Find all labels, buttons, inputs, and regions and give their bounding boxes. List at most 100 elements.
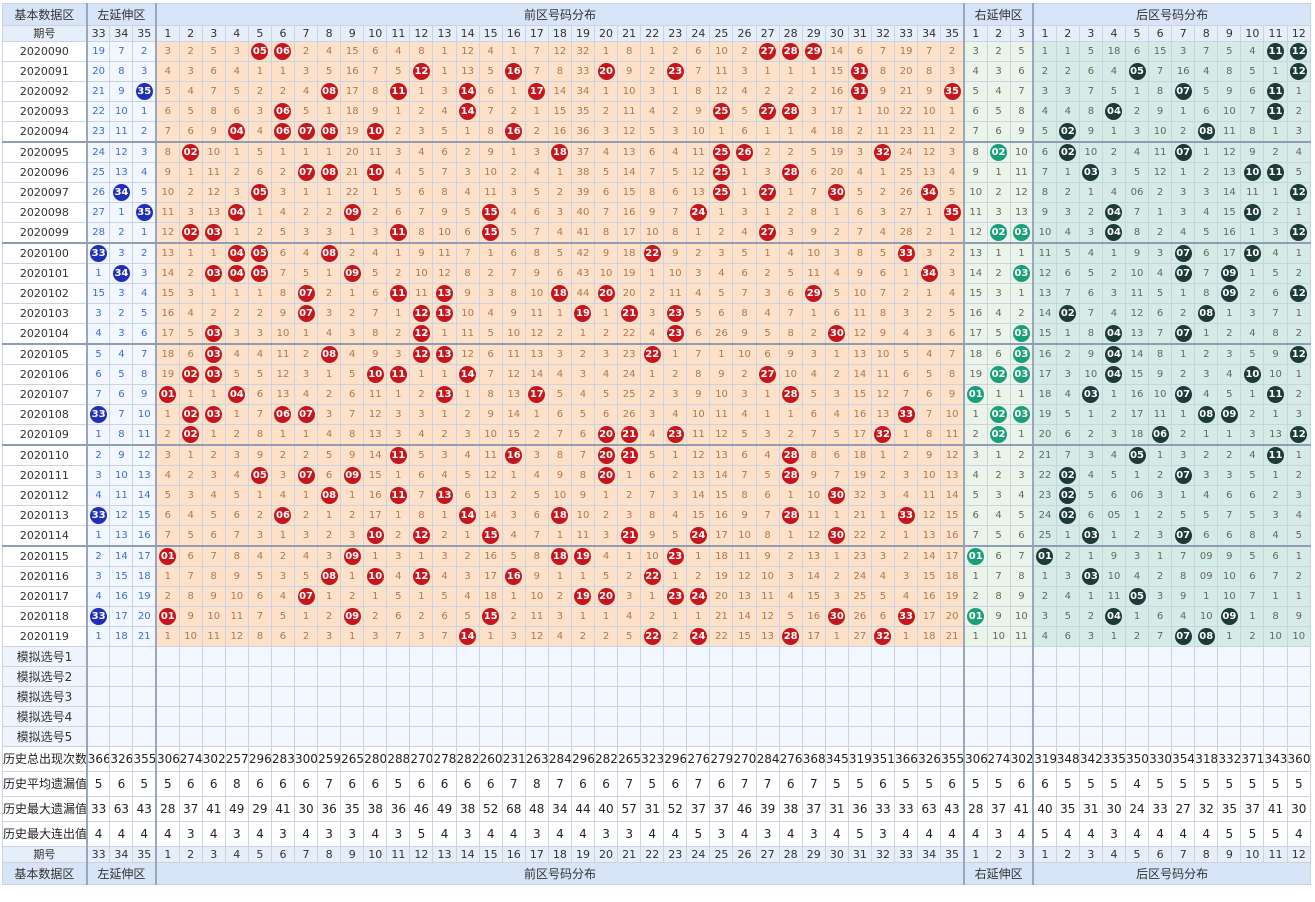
simulation-cell[interactable] — [201, 646, 226, 667]
simulation-cell[interactable] — [640, 686, 665, 707]
simulation-cell[interactable] — [1009, 686, 1034, 707]
simulation-cell[interactable] — [455, 686, 480, 707]
simulation-cell[interactable] — [870, 666, 896, 687]
simulation-cell[interactable] — [1055, 686, 1080, 707]
simulation-cell[interactable] — [594, 646, 619, 667]
simulation-cell[interactable] — [709, 726, 734, 747]
simulation-cell[interactable] — [1217, 646, 1242, 667]
simulation-cell[interactable] — [85, 726, 111, 747]
simulation-cell[interactable] — [617, 706, 642, 727]
simulation-cell[interactable] — [709, 706, 734, 727]
simulation-cell[interactable] — [1101, 706, 1127, 727]
simulation-cell[interactable] — [847, 726, 872, 747]
simulation-cell[interactable] — [732, 726, 757, 747]
simulation-cell[interactable] — [1240, 726, 1265, 747]
simulation-cell[interactable] — [155, 706, 180, 727]
simulation-cell[interactable] — [594, 706, 619, 727]
simulation-cell[interactable] — [594, 686, 619, 707]
simulation-cell[interactable] — [801, 646, 826, 667]
simulation-cell[interactable] — [940, 726, 965, 747]
simulation-cell[interactable] — [640, 726, 665, 747]
simulation-cell[interactable] — [270, 646, 296, 667]
simulation-cell[interactable] — [732, 666, 757, 687]
simulation-cell[interactable] — [894, 646, 919, 667]
simulation-cell[interactable] — [894, 726, 919, 747]
simulation-cell[interactable] — [224, 666, 249, 687]
simulation-cell[interactable] — [732, 686, 757, 707]
simulation-cell[interactable] — [501, 666, 526, 687]
simulation-cell[interactable] — [1194, 726, 1219, 747]
simulation-cell[interactable] — [663, 726, 688, 747]
simulation-cell[interactable] — [1217, 686, 1242, 707]
simulation-cell[interactable] — [85, 666, 111, 687]
simulation-cell[interactable] — [570, 726, 596, 747]
simulation-cell[interactable] — [363, 706, 388, 727]
simulation-cell[interactable] — [940, 706, 965, 727]
simulation-cell[interactable] — [524, 686, 549, 707]
simulation-cell[interactable] — [570, 686, 596, 707]
simulation-cell[interactable] — [801, 666, 826, 687]
simulation-cell[interactable] — [1124, 706, 1150, 727]
simulation-cell[interactable] — [478, 666, 503, 687]
simulation-cell[interactable] — [732, 646, 757, 667]
simulation-cell[interactable] — [109, 726, 134, 747]
simulation-cell[interactable] — [663, 706, 688, 727]
simulation-cell[interactable] — [663, 666, 688, 687]
simulation-cell[interactable] — [547, 686, 572, 707]
simulation-cell[interactable] — [478, 726, 503, 747]
simulation-cell[interactable] — [409, 706, 434, 727]
simulation-cell[interactable] — [986, 686, 1011, 707]
simulation-cell[interactable] — [132, 726, 157, 747]
simulation-cell[interactable] — [1078, 726, 1103, 747]
simulation-cell[interactable] — [732, 706, 757, 727]
simulation-cell[interactable] — [962, 706, 988, 727]
simulation-cell[interactable] — [340, 706, 365, 727]
simulation-cell[interactable] — [317, 646, 342, 667]
simulation-cell[interactable] — [1148, 666, 1173, 687]
simulation-cell[interactable] — [1171, 726, 1196, 747]
simulation-cell[interactable] — [1263, 646, 1288, 667]
simulation-cell[interactable] — [1124, 646, 1150, 667]
simulation-cell[interactable] — [940, 646, 965, 667]
simulation-cell[interactable] — [755, 686, 780, 707]
simulation-cell[interactable] — [778, 686, 803, 707]
simulation-cell[interactable] — [917, 706, 942, 727]
simulation-cell[interactable] — [455, 726, 480, 747]
simulation-cell[interactable] — [617, 646, 642, 667]
simulation-cell[interactable] — [524, 666, 549, 687]
simulation-cell[interactable] — [432, 706, 457, 727]
simulation-cell[interactable] — [801, 686, 826, 707]
simulation-cell[interactable] — [201, 726, 226, 747]
simulation-cell[interactable] — [686, 686, 711, 707]
simulation-cell[interactable] — [962, 666, 988, 687]
simulation-cell[interactable] — [224, 726, 249, 747]
simulation-cell[interactable] — [547, 706, 572, 727]
simulation-cell[interactable] — [386, 666, 411, 687]
simulation-cell[interactable] — [1263, 686, 1288, 707]
simulation-cell[interactable] — [524, 646, 549, 667]
simulation-cell[interactable] — [709, 666, 734, 687]
simulation-cell[interactable] — [1055, 726, 1080, 747]
simulation-cell[interactable] — [1124, 666, 1150, 687]
simulation-cell[interactable] — [432, 726, 457, 747]
simulation-cell[interactable] — [1171, 666, 1196, 687]
simulation-cell[interactable] — [478, 646, 503, 667]
simulation-cell[interactable] — [224, 706, 249, 727]
simulation-cell[interactable] — [824, 706, 849, 727]
simulation-cell[interactable] — [1217, 726, 1242, 747]
simulation-cell[interactable] — [155, 666, 180, 687]
simulation-cell[interactable] — [1148, 646, 1173, 667]
simulation-cell[interactable] — [155, 646, 180, 667]
simulation-cell[interactable] — [340, 686, 365, 707]
simulation-cell[interactable] — [1055, 666, 1080, 687]
simulation-cell[interactable] — [270, 726, 296, 747]
simulation-cell[interactable] — [1101, 726, 1127, 747]
simulation-cell[interactable] — [201, 706, 226, 727]
simulation-cell[interactable] — [962, 726, 988, 747]
simulation-cell[interactable] — [894, 686, 919, 707]
simulation-cell[interactable] — [1194, 686, 1219, 707]
simulation-cell[interactable] — [547, 646, 572, 667]
simulation-cell[interactable] — [270, 706, 296, 727]
simulation-cell[interactable] — [870, 726, 896, 747]
simulation-cell[interactable] — [340, 726, 365, 747]
